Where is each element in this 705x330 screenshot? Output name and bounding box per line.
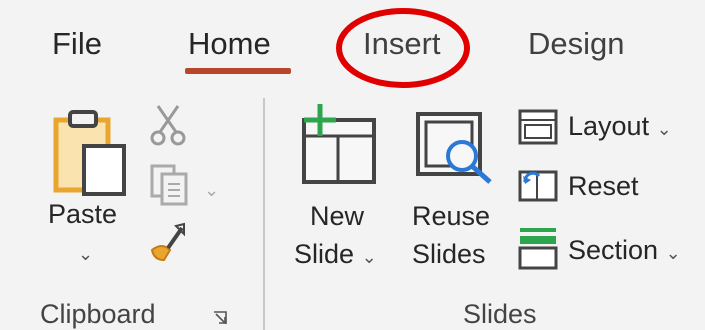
group-divider	[263, 98, 265, 330]
format-painter-icon[interactable]	[148, 220, 188, 264]
new-slide-label-line2[interactable]: Slide ⌄	[294, 238, 377, 273]
cut-icon[interactable]	[150, 104, 186, 146]
copy-dropdown-chevron[interactable]: ⌄	[204, 174, 219, 206]
reuse-slides-label-line2[interactable]: Slides	[412, 238, 486, 270]
active-tab-indicator	[185, 68, 291, 74]
tab-file[interactable]: File	[52, 24, 102, 64]
section-button[interactable]: Section ⌄	[568, 234, 681, 269]
tab-insert[interactable]: Insert	[363, 24, 441, 64]
section-chevron[interactable]: ⌄	[666, 243, 681, 263]
reset-icon[interactable]	[517, 166, 559, 204]
new-slide-chevron[interactable]: ⌄	[362, 247, 377, 267]
ribbon-tab-bar: File Home Insert Design	[0, 0, 705, 90]
tab-home[interactable]: Home	[188, 24, 271, 64]
reuse-slides-icon[interactable]	[412, 106, 498, 188]
copy-icon[interactable]	[148, 162, 192, 208]
layout-button[interactable]: Layout ⌄	[568, 110, 672, 145]
reset-button[interactable]: Reset	[568, 170, 639, 202]
new-slide-label-line1[interactable]: New	[310, 200, 364, 232]
new-slide-icon[interactable]	[294, 102, 382, 188]
section-icon[interactable]	[517, 226, 559, 272]
tab-design[interactable]: Design	[528, 24, 625, 64]
paste-icon[interactable]	[48, 106, 132, 198]
layout-icon[interactable]	[517, 108, 559, 146]
slides-group-label: Slides	[463, 299, 537, 329]
paste-label[interactable]: Paste	[48, 198, 117, 230]
paste-dropdown-chevron[interactable]: ⌄	[78, 238, 93, 270]
dialog-launcher-icon[interactable]	[212, 310, 228, 326]
layout-chevron[interactable]: ⌄	[657, 119, 672, 139]
reuse-slides-label-line1[interactable]: Reuse	[412, 200, 490, 232]
clipboard-group-label: Clipboard	[40, 299, 156, 329]
